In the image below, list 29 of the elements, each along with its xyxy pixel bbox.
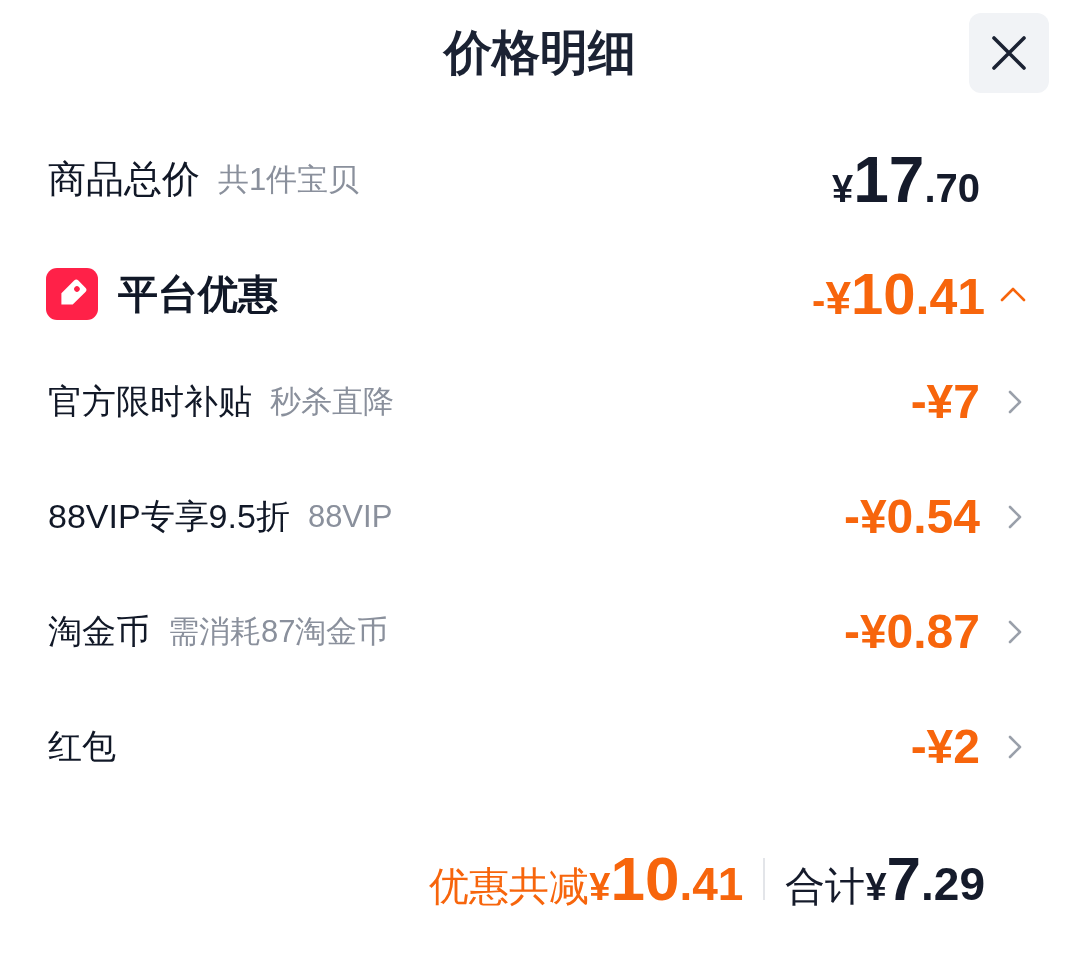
discount-amount: -¥0.87 <box>843 607 980 656</box>
discount-amount: -¥2 <box>910 722 980 771</box>
savings-label: 优惠共减 <box>429 863 590 910</box>
row-label: 官方限时补贴 <box>48 381 252 422</box>
total-label: 合计 <box>785 863 866 910</box>
discount-amount: -¥0.54 <box>843 492 980 541</box>
row-label: 商品总价 <box>48 157 200 203</box>
row-note: 88VIP <box>307 497 393 536</box>
savings-amount: ¥10.41 <box>589 848 744 910</box>
chevron-up-icon[interactable] <box>1000 286 1026 302</box>
discount-amount: -¥10.41 <box>812 265 985 323</box>
chevron-right-icon[interactable] <box>1008 734 1022 759</box>
close-icon <box>991 35 1027 71</box>
chevron-right-icon[interactable] <box>1008 389 1022 414</box>
chevron-right-icon[interactable] <box>1008 504 1022 529</box>
row-label: 淘金币 <box>48 611 150 652</box>
row-note: 共1件宝贝 <box>218 161 360 199</box>
chevron-right-icon[interactable] <box>1008 619 1022 644</box>
tag-icon <box>46 268 98 320</box>
row-label: 88VIP专享9.5折 <box>48 496 290 537</box>
row-note: 需消耗87淘金币 <box>168 612 389 651</box>
total-amount: ¥7.29 <box>865 848 985 910</box>
total-price: ¥17.70 <box>832 148 980 212</box>
row-note: 秒杀直降 <box>270 382 394 421</box>
discount-amount: -¥7 <box>910 377 980 426</box>
close-button[interactable] <box>969 13 1049 93</box>
sheet-title: 价格明细 <box>444 25 636 81</box>
section-label: 平台优惠 <box>118 271 278 318</box>
row-label: 红包 <box>48 726 116 767</box>
